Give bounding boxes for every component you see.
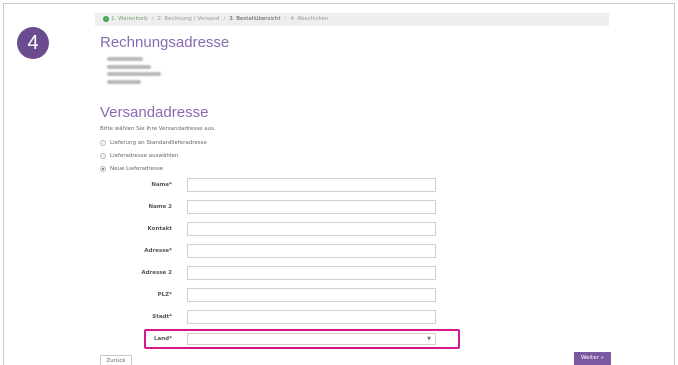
breadcrumb-step-billing-shipping: 2. Rechnung / Versand bbox=[157, 16, 220, 22]
billing-address-title: Rechnungsadresse bbox=[100, 34, 230, 51]
label-contact: Kontakt bbox=[147, 226, 173, 232]
label-name2: Name 2 bbox=[148, 204, 172, 210]
back-button[interactable]: Zurück bbox=[100, 355, 132, 365]
breadcrumb-separator: / bbox=[223, 16, 226, 22]
label-zip: PLZ* bbox=[157, 292, 172, 298]
name-input[interactable] bbox=[187, 178, 436, 192]
shipping-intro-text: Bitte wählen Sie Ihre Versandadresse aus… bbox=[100, 126, 216, 132]
radio-default-shipping[interactable]: Lieferung an Standardlieferadresse bbox=[100, 140, 207, 146]
label-name: Name* bbox=[151, 182, 172, 188]
redacted-line bbox=[107, 79, 141, 84]
breadcrumb-step-overview: 3. Bestellübersicht bbox=[229, 16, 281, 22]
name2-input[interactable] bbox=[187, 200, 436, 214]
radio-circle-checked[interactable] bbox=[100, 166, 106, 172]
address-input[interactable] bbox=[187, 244, 436, 258]
radio-new-shipping[interactable]: Neue Lieferadresse bbox=[100, 166, 163, 172]
city-input[interactable] bbox=[187, 310, 436, 324]
breadcrumb-separator: / bbox=[151, 16, 154, 22]
label-country: Land* bbox=[154, 336, 172, 342]
zip-input[interactable] bbox=[187, 288, 436, 302]
redacted-line bbox=[107, 72, 161, 76]
chevron-down-icon: ▼ bbox=[427, 336, 431, 342]
step-number-badge: 4 bbox=[17, 27, 49, 59]
contact-input[interactable] bbox=[187, 222, 436, 236]
radio-label: Neue Lieferadresse bbox=[110, 166, 164, 172]
country-select[interactable]: ▼ bbox=[187, 333, 436, 345]
redacted-line bbox=[107, 57, 143, 61]
next-button[interactable]: Weiter » bbox=[574, 352, 611, 365]
breadcrumb-step-cart[interactable]: 1. Warenkorb bbox=[111, 16, 148, 22]
shipping-address-title: Versandadresse bbox=[100, 104, 209, 121]
breadcrumb-separator: / bbox=[284, 16, 287, 22]
radio-label: Lieferadresse auswählen bbox=[110, 153, 179, 159]
label-address2: Adresse 2 bbox=[141, 270, 172, 276]
address2-input[interactable] bbox=[187, 266, 436, 280]
label-address: Adresse* bbox=[144, 248, 172, 254]
billing-address-redacted bbox=[107, 57, 161, 87]
redacted-line bbox=[107, 64, 151, 69]
radio-select-shipping[interactable]: Lieferadresse auswählen bbox=[100, 153, 178, 159]
radio-circle[interactable] bbox=[100, 153, 106, 159]
radio-circle[interactable] bbox=[100, 140, 106, 146]
radio-label: Lieferung an Standardlieferadresse bbox=[110, 140, 207, 146]
breadcrumb-step-submit: 4. Abschicken bbox=[290, 16, 329, 22]
label-city: Stadt* bbox=[152, 314, 172, 320]
checkout-breadcrumb: ✓ 1. Warenkorb/2. Rechnung / Versand/3. B… bbox=[95, 13, 609, 26]
check-icon: ✓ bbox=[103, 15, 109, 22]
